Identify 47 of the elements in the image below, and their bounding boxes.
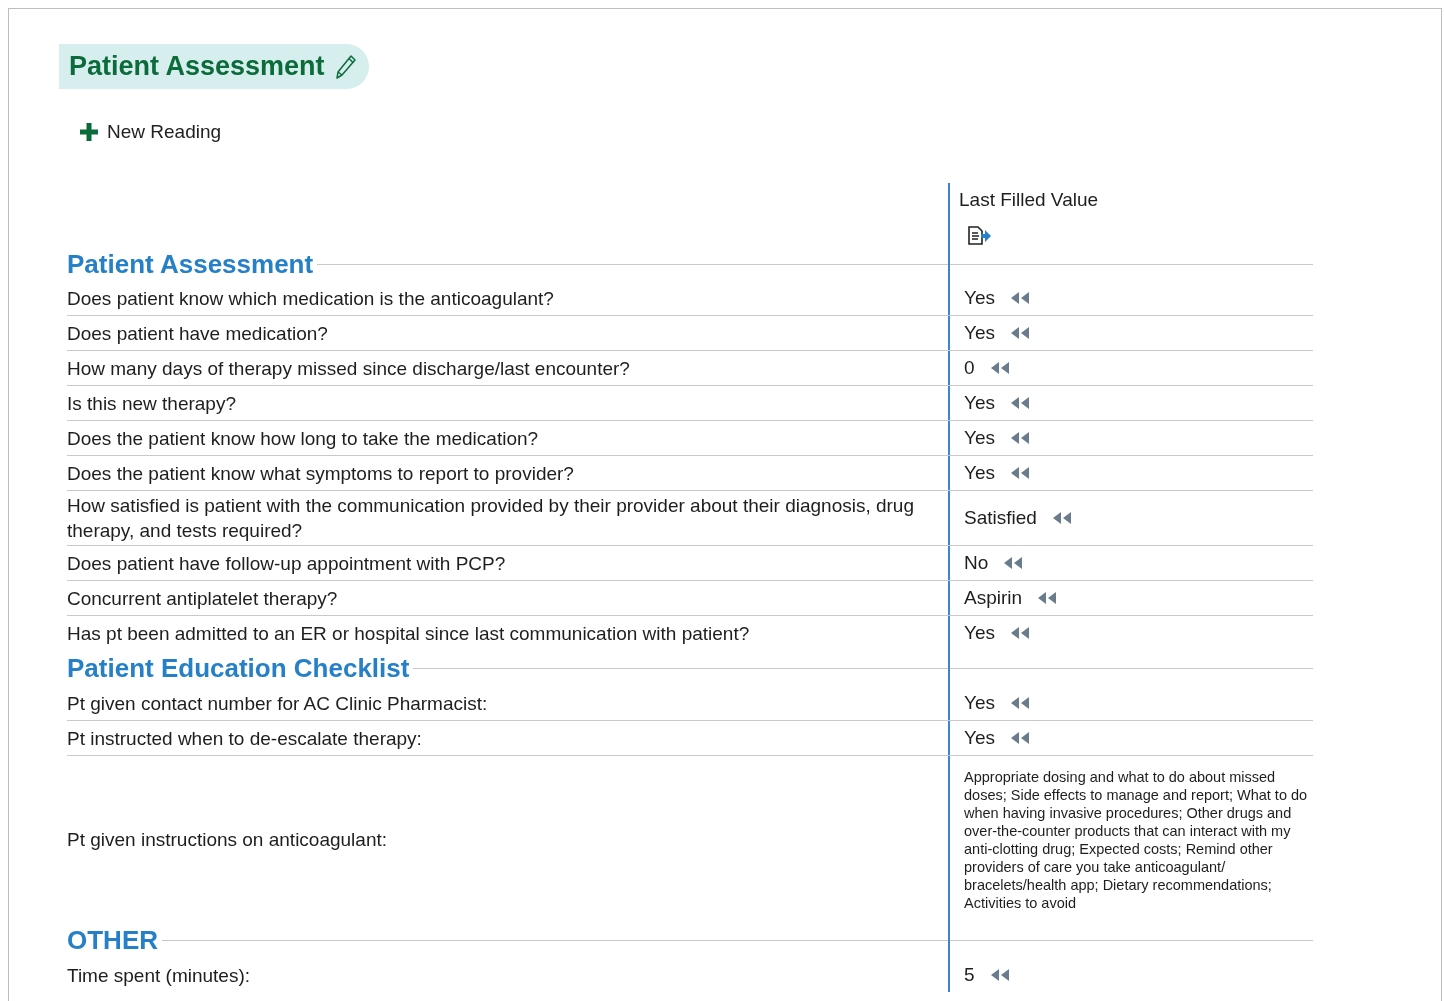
question-label: How many days of therapy missed since discharge/last encounter?: [67, 356, 630, 381]
value-text: Yes: [964, 322, 995, 344]
value-text: Yes: [964, 727, 995, 749]
value-text: Yes: [964, 287, 995, 309]
column-header: Last Filled Value: [959, 189, 1100, 211]
rewind-icon[interactable]: [1009, 431, 1031, 445]
value-text: Yes: [964, 692, 995, 714]
question-label: Does patient have medication?: [67, 321, 328, 346]
rewind-icon[interactable]: [1009, 291, 1031, 305]
rewind-icon[interactable]: [1009, 326, 1031, 340]
new-reading-button[interactable]: New Reading: [79, 121, 222, 143]
value-text: Yes: [964, 462, 995, 484]
value-text: Yes: [964, 427, 995, 449]
rewind-icon[interactable]: [1009, 696, 1031, 710]
question-label: Does the patient know how long to take the medication?: [67, 426, 539, 451]
value-text: No: [964, 552, 989, 574]
question-label: Has pt been admitted to an ER or hospital since last communication with patient?: [67, 621, 750, 646]
value-text: Appropriate dosing and what to do about missed doses; Side effects to manage and report; What to do when having invasive procedures; Other drugs and over-the-counter products that can interact with my anti-clotting drug; Expected costs; Remind other providers of care you take anticoagulant/ bracelets/health app; Dietary recommendations; Activities to avoid: [964, 768, 1309, 913]
value-text: 5: [964, 964, 975, 986]
question-label: Is this new therapy?: [67, 391, 236, 416]
value-text: Yes: [964, 392, 995, 414]
value-text: 0: [964, 357, 975, 379]
question-label: Does the patient know what symptoms to report to provider?: [67, 461, 574, 486]
question-label: Pt given instructions on anticoagulant:: [67, 827, 388, 852]
copy-values-icon[interactable]: [967, 225, 993, 247]
question-label: Pt given contact number for AC Clinic Pharmacist:: [67, 691, 488, 716]
rewind-icon[interactable]: [1009, 626, 1031, 640]
question-label: Concurrent antiplatelet therapy?: [67, 586, 338, 611]
section-heading: Patient Assessment: [67, 248, 315, 280]
section-heading: Patient Education Checklist: [67, 652, 411, 684]
page-title: Patient Assessment: [59, 44, 369, 89]
section-heading: OTHER: [67, 924, 159, 956]
rewind-icon[interactable]: [1009, 396, 1031, 410]
question-label: Does patient have follow-up appointment with PCP?: [67, 551, 506, 576]
question-label: Time spent (minutes):: [67, 963, 250, 988]
value-text: Aspirin: [964, 587, 1023, 609]
question-label: How satisfied is patient with the communication provided by their provider about their diagnosis, drug therapy, and tests required?: [67, 494, 915, 543]
value-text: Satisfied: [964, 507, 1037, 529]
pencil-icon[interactable]: [334, 53, 357, 80]
rewind-icon[interactable]: [1036, 591, 1059, 605]
rewind-icon[interactable]: [1002, 556, 1025, 570]
rewind-icon[interactable]: [1009, 466, 1031, 480]
question-label: Pt instructed when to de-escalate therapy:: [67, 726, 422, 751]
rewind-icon[interactable]: [1009, 731, 1031, 745]
plus-icon: [79, 122, 99, 142]
value-text: Yes: [964, 622, 995, 644]
question-label: Does patient know which medication is the anticoagulant?: [67, 286, 554, 311]
